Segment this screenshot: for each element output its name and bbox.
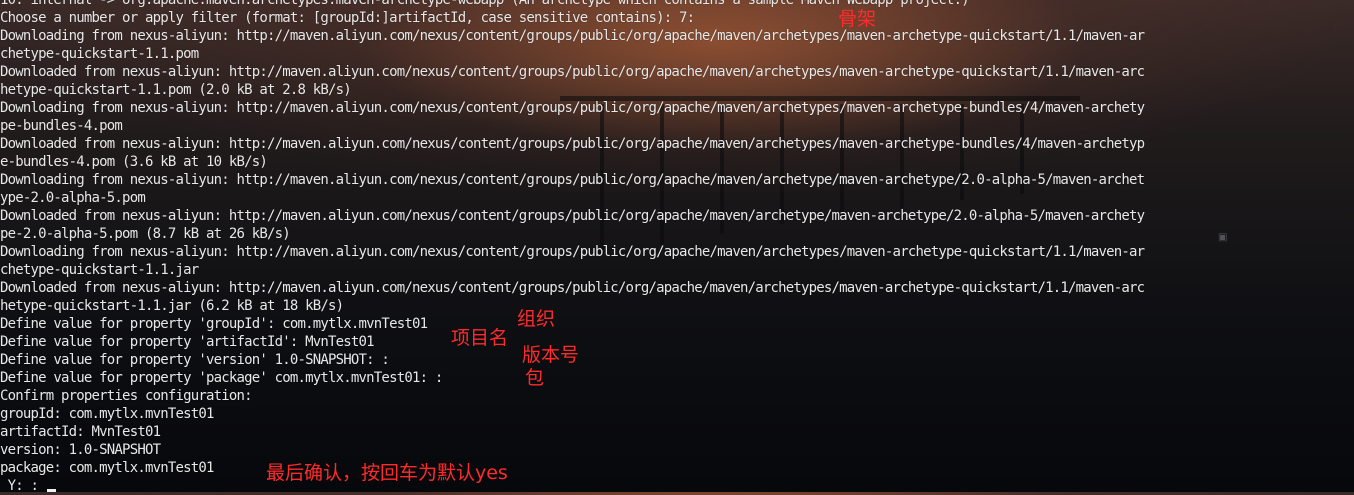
terminal-line: Downloading from nexus-aliyun: http://ma… [0,172,1145,188]
terminal-line: pe-2.0-alpha-5.pom (8.7 kB at 26 kB/s) [0,226,291,242]
terminal-line: 10: internal -> org.apache.maven.archety… [0,0,970,8]
terminal-line: Downloading from nexus-aliyun: http://ma… [0,244,1145,260]
terminal-line: Define value for property 'version' 1.0-… [0,352,390,368]
annotation-project-name: 项目名 [451,327,509,349]
terminal-line: Downloading from nexus-aliyun: http://ma… [0,28,1145,44]
terminal-line: Confirm properties configuration: [0,388,253,404]
terminal-line: Choose a number or apply filter (format:… [0,10,695,26]
terminal-line: Y: : [0,477,1354,495]
terminal-line: e-bundles-4.pom (3.6 kB at 10 kB/s) [0,154,268,170]
terminal-line: package: com.mytlx.mvnTest01 [0,460,214,476]
terminal-line: Define value for property 'groupId': com… [0,316,428,332]
terminal-line: Downloaded from nexus-aliyun: http://mav… [0,208,1145,224]
annotation-version-number: 版本号 [522,344,580,366]
annotation-archetype: 骨架 [838,8,877,30]
terminal-line: chetype-quickstart-1.1.jar [0,262,199,278]
terminal-line: Downloading from nexus-aliyun: http://ma… [0,100,1145,116]
terminal-line: ype-2.0-alpha-5.pom [0,190,146,206]
terminal-line: Downloaded from nexus-aliyun: http://mav… [0,136,1145,152]
annotation-package: 包 [525,367,545,389]
terminal-output: 10: internal -> org.apache.maven.archety… [0,0,1354,495]
annotation-organization: 组织 [517,308,556,330]
terminal-line: Downloaded from nexus-aliyun: http://mav… [0,280,1145,296]
terminal-line: hetype-quickstart-1.1.jar (6.2 kB at 18 … [0,298,344,314]
terminal-line: Define value for property 'package' com.… [0,370,443,386]
terminal-line: chetype-quickstart-1.1.pom [0,46,199,62]
terminal-line: artifactId: MvnTest01 [0,424,161,440]
annotation-confirm: 最后确认，按回车为默认yes [266,462,508,484]
terminal-line: Define value for property 'artifactId': … [0,334,375,350]
terminal-line: hetype-quickstart-1.1.pom (2.0 kB at 2.8… [0,82,352,98]
terminal-line: groupId: com.mytlx.mvnTest01 [0,406,214,422]
terminal-line: Downloaded from nexus-aliyun: http://mav… [0,64,1145,80]
terminal-line: pe-bundles-4.pom [0,118,123,134]
terminal-line: version: 1.0-SNAPSHOT [0,442,161,458]
